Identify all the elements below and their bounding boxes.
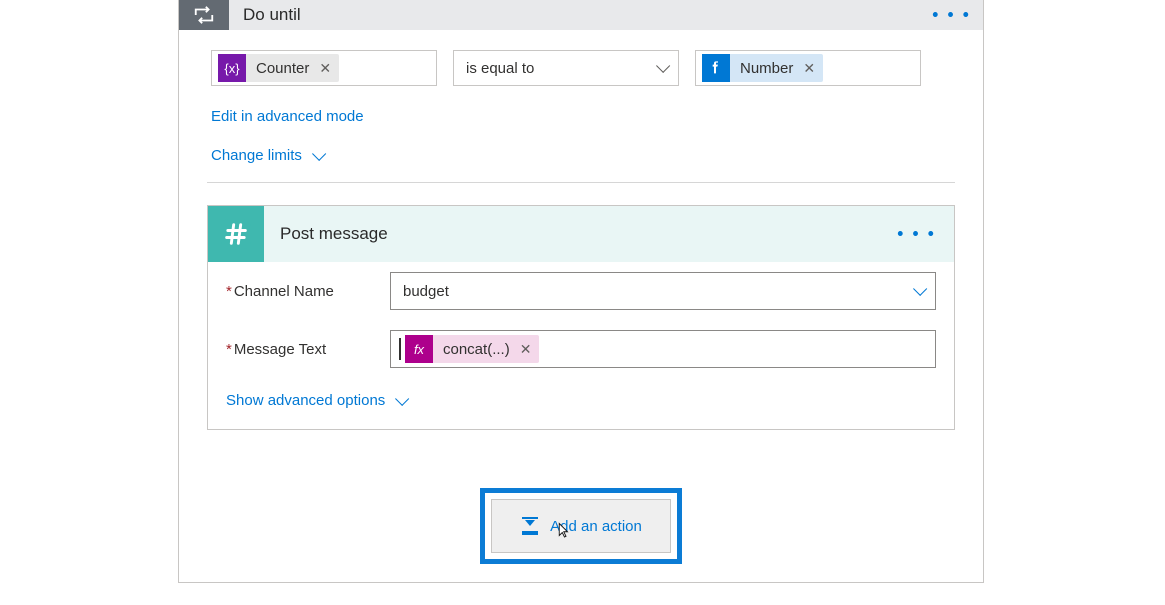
fx-pill-label: concat(...): [433, 341, 520, 358]
slack-icon-box: [208, 206, 264, 262]
chevron-down-icon: [395, 391, 409, 405]
more-icon[interactable]: • • •: [932, 5, 971, 26]
channel-label: *Channel Name: [226, 283, 390, 300]
counter-pill-label: Counter: [246, 60, 319, 77]
fx-pill[interactable]: fx concat(...) ✕: [405, 335, 539, 363]
do-until-icon-box: [179, 0, 229, 30]
do-until-header: Do until • • •: [179, 0, 983, 30]
text-caret: [399, 338, 401, 360]
remove-icon[interactable]: ✕: [803, 60, 815, 77]
message-label: *Message Text: [226, 341, 390, 358]
add-action-button[interactable]: Add an action: [491, 499, 671, 553]
do-until-title: Do until: [243, 5, 301, 25]
message-input[interactable]: fx concat(...) ✕: [390, 330, 936, 368]
number-pill[interactable]: Number ✕: [702, 54, 823, 82]
show-advanced-label: Show advanced options: [226, 392, 385, 409]
number-pill-label: Number: [730, 60, 803, 77]
advanced-mode-row: Edit in advanced mode: [179, 86, 983, 125]
post-message-header: Post message • • •: [208, 206, 954, 262]
add-action-label: Add an action: [550, 518, 642, 535]
highlight-box: Add an action: [480, 488, 682, 564]
more-icon[interactable]: • • •: [897, 224, 936, 245]
insert-step-icon: [520, 517, 540, 535]
channel-select[interactable]: budget: [390, 272, 936, 310]
chevron-down-icon: [913, 282, 927, 296]
chevron-down-icon: [312, 146, 326, 160]
remove-icon[interactable]: ✕: [319, 60, 331, 77]
remove-icon[interactable]: ✕: [520, 341, 532, 358]
post-message-title: Post message: [280, 224, 388, 244]
left-operand-input[interactable]: {x} Counter ✕: [211, 50, 437, 86]
loop-icon: [192, 3, 216, 27]
variable-icon: {x}: [218, 54, 246, 82]
change-limits-link[interactable]: Change limits: [211, 147, 322, 164]
operator-select[interactable]: is equal to: [453, 50, 679, 86]
show-advanced-row: Show advanced options: [208, 378, 954, 429]
change-limits-row: Change limits: [179, 125, 983, 182]
operator-label: is equal to: [466, 60, 534, 77]
fx-icon: fx: [405, 335, 433, 363]
channel-value: budget: [403, 283, 449, 300]
add-action-area: Add an action: [179, 448, 983, 582]
chevron-down-icon: [656, 59, 670, 73]
counter-pill[interactable]: {x} Counter ✕: [218, 54, 339, 82]
edit-advanced-link[interactable]: Edit in advanced mode: [211, 108, 364, 125]
do-until-card: Do until • • • {x} Counter ✕ is equal to…: [178, 0, 984, 583]
input-icon: [702, 54, 730, 82]
hash-icon: [221, 219, 251, 249]
show-advanced-link[interactable]: Show advanced options: [226, 392, 405, 409]
post-message-card: Post message • • • *Channel Name budget …: [207, 205, 955, 430]
right-operand-input[interactable]: Number ✕: [695, 50, 921, 86]
change-limits-label: Change limits: [211, 147, 302, 164]
divider: [207, 182, 955, 183]
channel-row: *Channel Name budget: [208, 262, 954, 320]
condition-row: {x} Counter ✕ is equal to Number ✕: [179, 30, 983, 86]
message-row: *Message Text fx concat(...) ✕: [208, 320, 954, 378]
